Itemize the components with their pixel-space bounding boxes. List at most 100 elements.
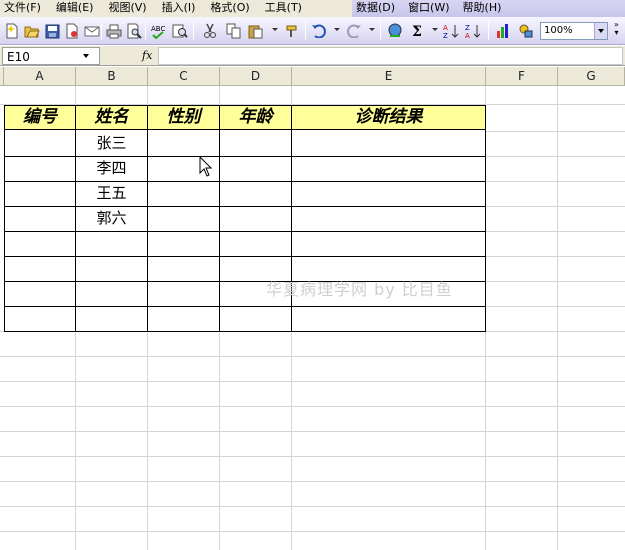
gridline <box>0 406 625 407</box>
name-box-value: E10 <box>7 50 30 64</box>
sort-ascending-icon[interactable]: AZ <box>443 23 459 39</box>
redo-icon[interactable] <box>346 23 362 39</box>
zoom-select[interactable]: 100% <box>540 22 608 40</box>
table-row-border <box>4 256 486 257</box>
gridline <box>486 231 625 232</box>
hyperlink-icon[interactable] <box>387 23 403 39</box>
menu-help[interactable]: 帮助(H) <box>459 0 506 17</box>
gridline <box>486 306 625 307</box>
paste-dropdown-arrow[interactable] <box>272 28 278 31</box>
toolbar-separator <box>380 22 381 40</box>
menu-edit[interactable]: 编辑(E) <box>52 0 98 17</box>
permission-icon[interactable] <box>64 23 80 39</box>
undo-icon[interactable] <box>311 23 327 39</box>
name-cell[interactable]: 张三 <box>76 131 147 156</box>
gridline <box>0 531 625 532</box>
drawing-icon[interactable] <box>518 23 534 39</box>
svg-text:Z: Z <box>465 24 470 32</box>
svg-text:A: A <box>465 32 470 39</box>
header-cell-name[interactable]: 姓名 <box>75 105 148 130</box>
format-painter-icon[interactable] <box>284 23 300 39</box>
menu-format[interactable]: 格式(O) <box>206 0 253 17</box>
insert-function-icon[interactable]: fx <box>142 49 152 62</box>
zoom-dropdown-arrow[interactable] <box>594 23 607 39</box>
spelling-icon[interactable]: ABC <box>150 23 166 39</box>
watermark-text: 华夏病理学网 by 比目鱼 <box>266 280 453 299</box>
autosum-dropdown-arrow[interactable] <box>432 28 438 31</box>
column-header-e[interactable]: E <box>292 67 486 86</box>
svg-text:Σ: Σ <box>412 24 422 39</box>
autosum-icon[interactable]: Σ <box>410 23 426 39</box>
research-icon[interactable] <box>172 23 188 39</box>
mouse-pointer-icon <box>199 156 213 177</box>
menu-insert[interactable]: 插入(I) <box>158 0 200 17</box>
print-icon[interactable] <box>106 23 122 39</box>
header-cell-gender[interactable]: 性别 <box>147 105 220 130</box>
header-cell-age[interactable]: 年龄 <box>219 105 292 130</box>
name-box[interactable]: E10 <box>2 47 100 65</box>
header-cell-diagnosis[interactable]: 诊断结果 <box>291 105 486 130</box>
new-icon[interactable] <box>4 23 20 39</box>
name-cell[interactable]: 李四 <box>76 156 147 181</box>
cut-icon[interactable] <box>202 23 218 39</box>
zoom-value: 100% <box>544 25 573 36</box>
table-row-border <box>4 306 486 307</box>
svg-text:Z: Z <box>443 32 448 39</box>
formula-bar: E10 fx <box>0 46 625 66</box>
column-header-a[interactable]: A <box>4 67 76 86</box>
column-header-g[interactable]: G <box>558 67 625 86</box>
gridline <box>0 381 625 382</box>
header-cell-id[interactable]: 编号 <box>4 105 76 130</box>
table-row-border <box>4 231 486 232</box>
toolbar-separator <box>101 22 102 40</box>
gridline <box>0 506 625 507</box>
svg-text:A: A <box>443 24 448 32</box>
standard-toolbar: ABC Σ AZ ZA 100% » ▾ <box>0 17 625 45</box>
menu-file[interactable]: 文件(F) <box>0 0 45 17</box>
table-col-border <box>4 130 5 332</box>
gridline <box>0 431 625 432</box>
table-col-border <box>291 130 292 332</box>
formula-input[interactable] <box>158 47 623 65</box>
column-header-c[interactable]: C <box>148 67 220 86</box>
name-cell[interactable]: 郭六 <box>76 206 147 231</box>
menu-view[interactable]: 视图(V) <box>104 0 150 17</box>
gridline <box>486 206 625 207</box>
menu-left-group: 文件(F) 编辑(E) 视图(V) 插入(I) 格式(O) 工具(T) <box>0 0 352 17</box>
toolbar-separator <box>145 22 146 40</box>
paste-icon[interactable] <box>248 23 264 39</box>
menu-window[interactable]: 窗口(W) <box>404 0 453 17</box>
menu-tools[interactable]: 工具(T) <box>261 0 306 17</box>
menu-data[interactable]: 数据(D) <box>352 0 399 17</box>
email-icon[interactable] <box>84 23 100 39</box>
table-col-border <box>147 130 148 332</box>
column-header-d[interactable]: D <box>220 67 292 86</box>
column-header-b[interactable]: B <box>76 67 148 86</box>
svg-text:ABC: ABC <box>151 25 165 33</box>
toolbar-separator <box>305 22 306 40</box>
column-header-f[interactable]: F <box>486 67 558 86</box>
toolbar-separator <box>193 22 194 40</box>
copy-icon[interactable] <box>226 23 242 39</box>
gridline <box>486 256 625 257</box>
save-icon[interactable] <box>44 23 60 39</box>
sort-descending-icon[interactable]: ZA <box>465 23 481 39</box>
undo-dropdown-arrow[interactable] <box>334 28 340 31</box>
gridline <box>0 456 625 457</box>
column-headers: A B C D E F G <box>0 67 625 86</box>
chart-wizard-icon[interactable] <box>495 23 511 39</box>
name-box-dropdown-arrow[interactable] <box>83 54 89 58</box>
gridline <box>486 281 625 282</box>
print-preview-icon[interactable] <box>126 23 142 39</box>
gridline <box>0 356 625 357</box>
table-row-border <box>4 331 486 332</box>
gridline <box>486 131 625 132</box>
menu-right-group: 数据(D) 窗口(W) 帮助(H) <box>352 0 625 17</box>
toolbar-options-icon[interactable]: » ▾ <box>611 21 622 41</box>
open-icon[interactable] <box>24 23 40 39</box>
name-cell[interactable]: 王五 <box>76 181 147 206</box>
gridline <box>486 156 625 157</box>
gridline <box>0 481 625 482</box>
table-col-border <box>485 130 486 332</box>
redo-dropdown-arrow[interactable] <box>369 28 375 31</box>
